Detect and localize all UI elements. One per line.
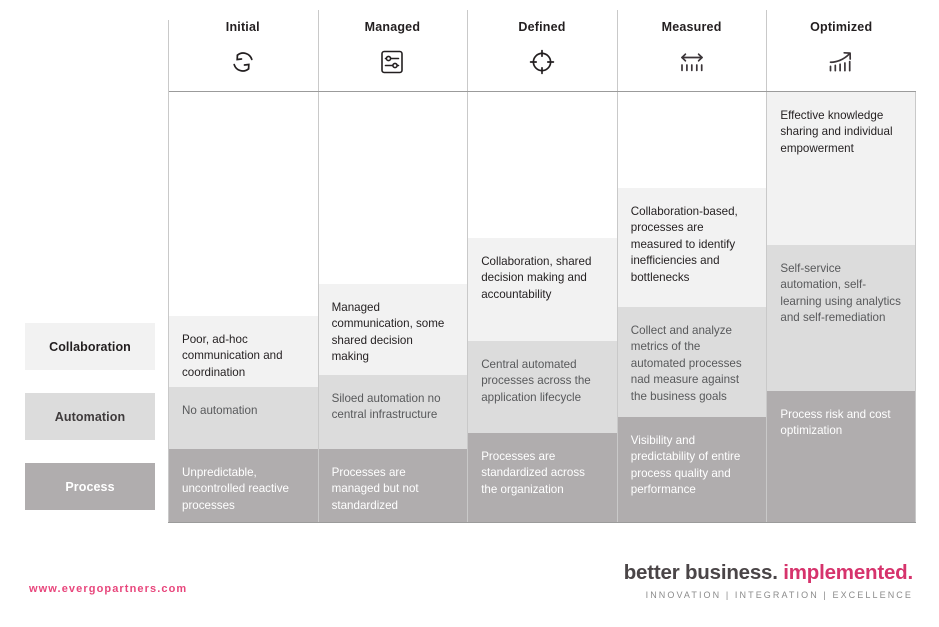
column-header-label: Defined [518, 20, 566, 34]
measure-ruler-icon [675, 47, 709, 77]
matrix-cell-managed-collaboration: Managed communication, some shared decis… [317, 284, 468, 375]
tagline-primary: better business. [623, 561, 778, 584]
matrix-cell-initial-automation: No automation [168, 387, 318, 449]
target-crosshair-icon [525, 47, 559, 77]
tagline-accent: implemented. [777, 561, 913, 584]
legend-item-label: Collaboration [49, 339, 131, 354]
legend-item-process: Process [25, 463, 155, 510]
matrix-bottom-border [168, 522, 916, 523]
matrix-column-header-defined: Defined [467, 10, 617, 91]
matrix-cell-initial-collaboration: Poor, ad-hoc communication and coordinat… [168, 316, 318, 387]
matrix-column-header-managed: Managed [317, 10, 468, 91]
legend-item-automation: Automation [25, 393, 155, 440]
growth-chart-arrow-icon [824, 47, 858, 77]
matrix-cell-defined-automation: Central automated processes across the a… [467, 341, 617, 433]
matrix-column-optimized: Effective knowledge sharing and individu… [766, 92, 916, 523]
matrix-cell-defined-collaboration: Collaboration, shared decision making an… [467, 238, 617, 341]
maturity-matrix: Initial Managed Defined Measured Optimiz… [168, 10, 916, 524]
matrix-column-measured: Collaboration-based, processes are measu… [616, 92, 767, 523]
brand-block: better business. implemented. INNOVATION… [624, 561, 913, 600]
brand-tagline: better business. implemented. [624, 561, 913, 585]
column-header-label: Optimized [810, 20, 873, 34]
legend-item-label: Process [65, 479, 115, 494]
matrix-column-initial: Poor, ad-hoc communication and coordinat… [168, 92, 318, 523]
column-header-label: Measured [661, 20, 722, 34]
matrix-cell-measured-automation: Collect and analyze metrics of the autom… [616, 307, 767, 417]
matrix-cell-optimized-process: Process risk and cost optimization [766, 391, 916, 523]
matrix-cell-optimized-collaboration: Effective knowledge sharing and individu… [766, 92, 916, 245]
matrix-cell-measured-process: Visibility and predictability of entire … [616, 417, 767, 523]
matrix-cell-initial-process: Unpredictable, uncontrolled reactive pro… [168, 449, 318, 523]
maturity-model-diagram: Collaboration Automation Process Initial [0, 0, 939, 627]
matrix-column-header-initial: Initial [168, 10, 318, 91]
matrix-header-row: Initial Managed Defined Measured Optimiz… [168, 10, 916, 92]
matrix-cell-measured-collaboration: Collaboration-based, processes are measu… [616, 188, 767, 307]
website-url[interactable]: www.evergopartners.com [29, 583, 187, 595]
matrix-cell-managed-automation: Siloed automation no central infrastruct… [317, 375, 468, 449]
legend: Collaboration Automation Process [25, 323, 155, 533]
matrix-column-managed: Managed communication, some shared decis… [317, 92, 468, 523]
brand-subtagline: INNOVATION | INTEGRATION | EXCELLENCE [645, 590, 913, 600]
matrix-cell-defined-process: Processes are standardized across the or… [467, 433, 617, 523]
matrix-column-header-optimized: Optimized [766, 10, 916, 91]
matrix-column-defined: Collaboration, shared decision making an… [467, 92, 617, 523]
matrix-column-header-measured: Measured [616, 10, 767, 91]
matrix-cell-optimized-automation: Self-service automation, self-learning u… [766, 245, 916, 391]
settings-sliders-icon [375, 47, 409, 77]
column-header-label: Initial [225, 20, 260, 34]
matrix-cell-managed-process: Processes are managed but not standardiz… [317, 449, 468, 523]
matrix-body: Poor, ad-hoc communication and coordinat… [168, 92, 916, 523]
legend-item-label: Automation [54, 409, 126, 424]
legend-item-collaboration: Collaboration [25, 323, 155, 370]
column-header-label: Managed [364, 20, 421, 34]
refresh-cycle-icon [226, 47, 260, 77]
